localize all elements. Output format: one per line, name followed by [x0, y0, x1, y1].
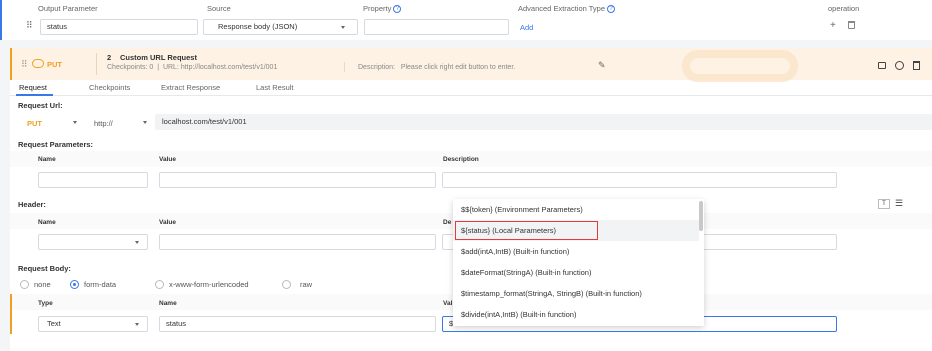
- source-select[interactable]: Response body (JSON): [203, 19, 358, 35]
- suggestion-item[interactable]: $add(intA,IntB) (Built-in function): [453, 241, 699, 262]
- radio-form-data-label: form-data: [84, 280, 117, 289]
- radio-raw[interactable]: [282, 280, 291, 289]
- highlight-box: [455, 221, 598, 240]
- tab-bar: Request Checkpoints Extract Response Las…: [10, 80, 932, 96]
- col-name: Name: [38, 219, 56, 226]
- trash-icon[interactable]: [913, 61, 920, 70]
- body-type-select[interactable]: Text: [38, 316, 148, 332]
- header-label: Header:: [18, 200, 46, 209]
- request-url-label: Request Url:: [18, 101, 63, 110]
- suggestion-item[interactable]: $${token} (Environment Parameters): [453, 199, 699, 220]
- list-icon[interactable]: ☰: [895, 199, 907, 209]
- step-meta-divider: [344, 62, 345, 72]
- col-name: Name: [159, 300, 177, 307]
- col-description: Description: [443, 156, 479, 163]
- method-label: PUT: [47, 60, 62, 69]
- chevron-down-icon: [143, 121, 147, 124]
- drag-handle-icon[interactable]: ⠿: [26, 21, 33, 30]
- suggestion-item[interactable]: $divide(intA,IntB) (Built-in function): [453, 304, 699, 325]
- step-header[interactable]: ⠿ PUT 2 Custom URL Request Checkpoints: …: [10, 48, 932, 82]
- param-value-input[interactable]: [159, 172, 436, 188]
- output-param-input[interactable]: status: [40, 19, 198, 35]
- tab-extract-response[interactable]: Extract Response: [161, 83, 220, 92]
- protocol-select[interactable]: http://: [94, 119, 113, 128]
- chevron-down-icon: [341, 26, 345, 29]
- step-meta: Checkpoints: 0 | URL: http://localhost.c…: [107, 64, 278, 71]
- param-name-input[interactable]: [38, 172, 148, 188]
- link-icon: [32, 59, 44, 68]
- header-name-select[interactable]: [38, 234, 148, 250]
- suggestion-item[interactable]: $timestamp_format(StringA, StringB) (Bui…: [453, 283, 699, 304]
- extraction-table: Output Parameter Source Property? Advanc…: [0, 0, 932, 40]
- tab-request-underline: [16, 94, 53, 96]
- tab-request[interactable]: Request: [19, 83, 47, 92]
- suggestion-item-highlighted[interactable]: ${status} (Local Parameters): [453, 220, 699, 241]
- radio-form-data[interactable]: [70, 280, 79, 289]
- drag-handle-icon[interactable]: ⠿: [21, 60, 28, 69]
- radio-urlencoded[interactable]: [155, 280, 164, 289]
- col-value: Value: [159, 219, 176, 226]
- radio-none-label: none: [34, 280, 51, 289]
- col-type: Type: [38, 300, 53, 307]
- col-value: Value: [159, 156, 176, 163]
- param-description-input[interactable]: [442, 172, 837, 188]
- host-input[interactable]: localhost.com/test/v1/001: [155, 114, 932, 130]
- col-description: De: [443, 219, 452, 226]
- add-row-icon[interactable]: +: [830, 20, 836, 31]
- add-link[interactable]: Add: [520, 23, 533, 32]
- property-input[interactable]: [364, 19, 509, 35]
- request-body-label: Request Body:: [18, 264, 71, 273]
- tab-checkpoints[interactable]: Checkpoints: [89, 83, 130, 92]
- chevron-down-icon: [135, 241, 139, 244]
- disable-icon[interactable]: [895, 61, 904, 70]
- dropdown-scrollbar[interactable]: [699, 201, 703, 231]
- step-name: Custom URL Request: [120, 53, 197, 62]
- watermark-logo: [682, 50, 798, 82]
- body-name-input[interactable]: status: [159, 316, 436, 332]
- request-params-label: Request Parameters:: [18, 140, 94, 149]
- col-output-parameter: Output Parameter: [38, 4, 98, 13]
- save-icon[interactable]: [878, 62, 886, 69]
- method-select[interactable]: PUT: [27, 119, 42, 128]
- header-value-input[interactable]: [159, 234, 436, 250]
- col-property: Property?: [363, 4, 402, 14]
- suggestion-item[interactable]: $dateFormat(StringA) (Built-in function): [453, 262, 699, 283]
- text-format-icon[interactable]: T: [878, 199, 890, 209]
- step-number: 2: [107, 53, 112, 62]
- radio-urlencoded-label: x-www-form-urlencoded: [169, 280, 249, 289]
- col-source: Source: [207, 4, 231, 13]
- tab-last-result[interactable]: Last Result: [256, 83, 294, 92]
- step-description: Description: Please click right edit but…: [358, 64, 516, 71]
- radio-raw-label: raw: [300, 280, 313, 289]
- edit-pencil-icon[interactable]: ✎: [598, 61, 606, 70]
- col-name: Name: [38, 156, 56, 163]
- autocomplete-dropdown: $${token} (Environment Parameters) ${sta…: [453, 199, 704, 326]
- radio-none[interactable]: [20, 280, 29, 289]
- col-value: Val: [443, 300, 453, 307]
- help-icon[interactable]: ?: [607, 5, 615, 14]
- help-icon[interactable]: ?: [393, 5, 402, 14]
- trash-icon[interactable]: [848, 21, 855, 29]
- col-advanced: Advanced Extraction Type?: [518, 4, 615, 14]
- step-divider: [96, 53, 97, 75]
- col-operation: operation: [828, 4, 860, 13]
- chevron-down-icon: [73, 121, 77, 124]
- chevron-down-icon: [135, 323, 139, 326]
